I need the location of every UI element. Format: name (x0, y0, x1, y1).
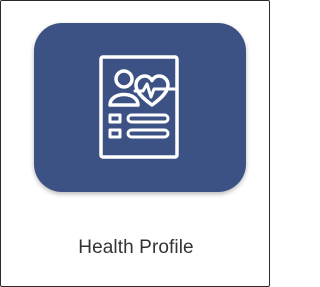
app-tile-frame: Health Profile (0, 0, 270, 287)
health-profile-icon (99, 54, 179, 159)
tile-label[interactable]: Health Profile (1, 237, 271, 259)
health-profile-tile[interactable] (34, 23, 246, 192)
